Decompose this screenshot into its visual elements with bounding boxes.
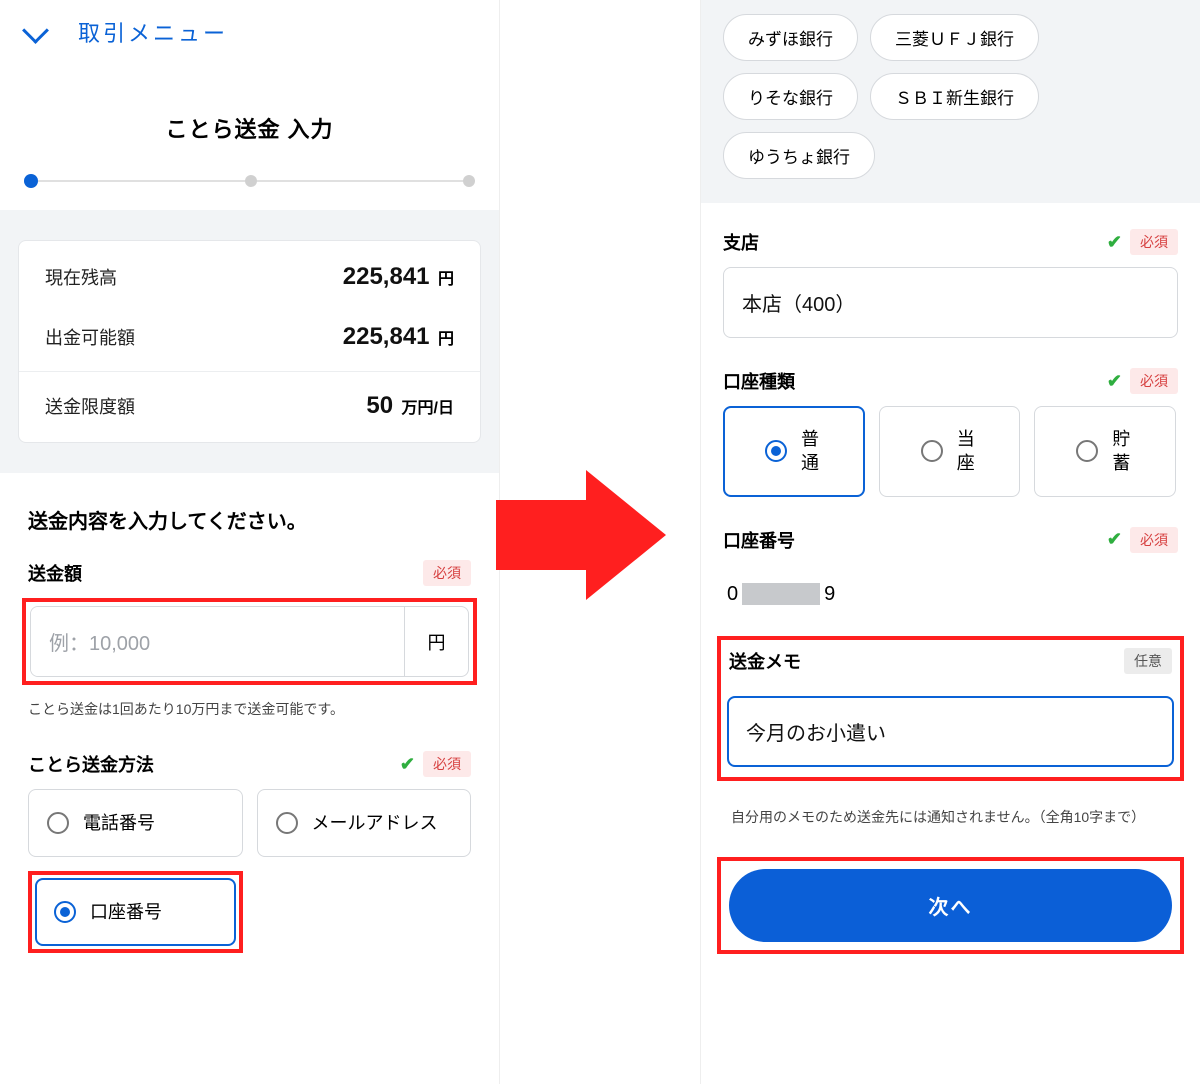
page-title: ことら送金 入力 [0,112,499,144]
section-prompt: 送金内容を入力してください。 [0,473,499,548]
amount-input[interactable]: 例：10,000 [31,607,404,676]
branch-field-block: 支店 ✔ 必須 本店（400） [701,217,1200,338]
radio-icon [276,812,298,834]
method-option-email[interactable]: メールアドレス [257,789,472,857]
progress-stepper [24,174,475,188]
check-icon: ✔ [1107,371,1122,392]
bank-chip-risona[interactable]: りそな銀行 [723,73,858,120]
obscured-icon [742,583,820,605]
withdrawable-row: 出金可能額 225,841 円 [19,307,480,367]
limit-row: 送金限度額 50 万円/日 [19,376,480,436]
account-number-value[interactable]: 0 9 [723,565,1178,606]
withdrawable-unit: 円 [438,331,454,348]
left-pane: 取引メニュー ことら送金 入力 現在残高 225,841 円 出金可能額 225… [0,0,500,1084]
amount-field-block: 送金額 必須 例：10,000 円 ことら送金は1回あたり10万円まで送金可能で… [0,548,499,719]
bank-chip-yucho[interactable]: ゆうちょ銀行 [723,132,875,179]
method-field-block: ことら送金方法 ✔ 必須 電話番号 メールアドレス 口座番号 [0,739,499,953]
acct-num-suffix: 9 [824,583,835,606]
radio-icon-selected [54,901,76,923]
bank-chip-area: みずほ銀行 三菱ＵＦＪ銀行 りそな銀行 ＳＢＩ新生銀行 ゆうちょ銀行 [701,0,1200,203]
method-label: ことら送金方法 [28,751,154,777]
required-badge: 必須 [1130,527,1178,553]
amount-note: ことら送金は1回あたり10万円まで送金可能です。 [28,699,471,719]
step-dot-2 [245,175,257,187]
account-number-label: 口座番号 [723,527,795,553]
account-type-field-block: 口座種類 ✔ 必須 普通 当座 貯蓄 [701,356,1200,497]
step-dot-3 [463,175,475,187]
method-option-account[interactable]: 口座番号 [35,878,236,946]
limit-value: 50 [366,392,393,419]
radio-icon [1076,440,1098,462]
account-type-touza[interactable]: 当座 [879,406,1021,497]
optional-badge: 任意 [1124,648,1172,674]
highlight-memo: 送金メモ 任意 今月のお小遣い [717,636,1184,781]
amount-unit: 円 [404,607,468,676]
required-badge: 必須 [423,560,471,586]
highlight-amount: 例：10,000 円 [22,598,477,685]
right-pane: みずほ銀行 三菱ＵＦＪ銀行 りそな銀行 ＳＢＩ新生銀行 ゆうちょ銀行 支店 ✔ … [700,0,1200,1084]
method-phone-label: 電話番号 [83,811,155,835]
memo-label: 送金メモ [729,648,801,674]
account-type-label: 口座種類 [723,368,795,394]
balance-label: 現在残高 [45,264,117,290]
balance-row: 現在残高 225,841 円 [19,247,480,307]
next-button[interactable]: 次へ [729,869,1172,942]
method-email-label: メールアドレス [312,811,438,835]
check-icon: ✔ [1107,529,1122,550]
bank-chip-mizuho[interactable]: みずほ銀行 [723,14,858,61]
withdrawable-value: 225,841 [343,323,430,350]
acct-type-chochiku-label: 貯蓄 [1112,427,1134,476]
account-type-futsu[interactable]: 普通 [723,406,865,497]
chevron-down-icon [22,23,50,41]
account-number-field-block: 口座番号 ✔ 必須 0 9 [701,515,1200,606]
account-type-options: 普通 当座 貯蓄 [723,406,1178,497]
acct-num-prefix: 0 [727,583,738,606]
amount-label: 送金額 [28,560,82,586]
limit-unit: 万円/日 [402,400,454,417]
step-line [257,180,464,182]
branch-label: 支店 [723,229,759,255]
amount-input-wrap: 例：10,000 円 [30,606,469,677]
account-type-chochiku[interactable]: 貯蓄 [1034,406,1176,497]
step-line [38,180,245,182]
menu-label: 取引メニュー [78,16,228,48]
balance-value: 225,841 [343,263,430,290]
withdrawable-label: 出金可能額 [45,324,135,350]
highlight-account-method: 口座番号 [28,871,243,953]
bank-chip-mufg[interactable]: 三菱ＵＦＪ銀行 [870,14,1039,61]
memo-note: 自分用のメモのため送金先には通知されません。（全角10字まで） [701,795,1200,827]
memo-input[interactable]: 今月のお小遣い [727,696,1174,767]
radio-icon-selected [765,440,787,462]
limit-label: 送金限度額 [45,393,135,419]
required-badge: 必須 [1130,229,1178,255]
check-icon: ✔ [400,754,415,775]
acct-type-touza-label: 当座 [957,427,979,476]
required-badge: 必須 [1130,368,1178,394]
required-badge: 必須 [423,751,471,777]
radio-icon [921,440,943,462]
radio-icon [47,812,69,834]
bank-chip-sbi[interactable]: ＳＢＩ新生銀行 [870,73,1039,120]
check-icon: ✔ [1107,232,1122,253]
method-account-label: 口座番号 [90,900,162,924]
menu-bar[interactable]: 取引メニュー [0,0,499,64]
highlight-next: 次へ [717,857,1184,954]
branch-input[interactable]: 本店（400） [723,267,1178,338]
acct-type-futsu-label: 普通 [801,427,823,476]
arrow-right-icon [496,470,666,600]
step-dot-1 [24,174,38,188]
method-options: 電話番号 メールアドレス 口座番号 [28,789,471,953]
method-option-phone[interactable]: 電話番号 [28,789,243,857]
balance-summary-card: 現在残高 225,841 円 出金可能額 225,841 円 送金限度額 50 … [18,240,481,443]
balance-summary-panel: 現在残高 225,841 円 出金可能額 225,841 円 送金限度額 50 … [0,210,499,473]
balance-unit: 円 [438,271,454,288]
summary-divider [19,371,480,372]
